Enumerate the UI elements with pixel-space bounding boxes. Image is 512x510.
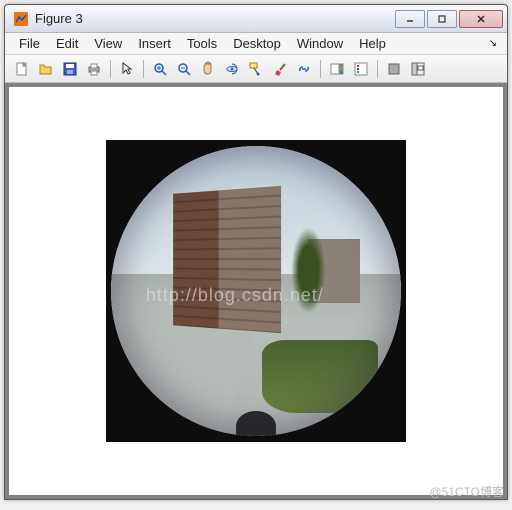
toolbar-separator <box>320 60 321 78</box>
toolbar-separator <box>110 60 111 78</box>
menu-chevron-icon[interactable]: ↘ <box>489 38 501 49</box>
menu-view[interactable]: View <box>86 34 130 53</box>
open-button[interactable] <box>35 58 57 80</box>
colorbar-button[interactable] <box>326 58 348 80</box>
datacursor-button[interactable] <box>245 58 267 80</box>
rotate3d-button[interactable] <box>221 58 243 80</box>
menu-insert[interactable]: Insert <box>130 34 179 53</box>
zoom-in-button[interactable] <box>149 58 171 80</box>
menu-window[interactable]: Window <box>289 34 351 53</box>
figure-window: Figure 3 File Edit View Insert Tools Des… <box>4 4 508 500</box>
app-icon <box>13 11 29 27</box>
watermark-text: http://blog.csdn.net/ <box>146 285 324 306</box>
window-controls <box>395 10 503 28</box>
canvas-area: http://blog.csdn.net/ <box>5 83 507 499</box>
menu-edit[interactable]: Edit <box>48 34 86 53</box>
toolbar-separator <box>377 60 378 78</box>
close-button[interactable] <box>459 10 503 28</box>
toolbar-separator <box>143 60 144 78</box>
hide-tools-button[interactable] <box>383 58 405 80</box>
pan-button[interactable] <box>197 58 219 80</box>
zoom-out-button[interactable] <box>173 58 195 80</box>
print-button[interactable] <box>83 58 105 80</box>
new-figure-button[interactable] <box>11 58 33 80</box>
fisheye-circle: http://blog.csdn.net/ <box>111 146 401 436</box>
dock-button[interactable] <box>407 58 429 80</box>
axes-panel[interactable]: http://blog.csdn.net/ <box>9 87 503 495</box>
menu-file[interactable]: File <box>11 34 48 53</box>
titlebar[interactable]: Figure 3 <box>5 5 507 33</box>
maximize-button[interactable] <box>427 10 457 28</box>
menu-help[interactable]: Help <box>351 34 394 53</box>
window-title: Figure 3 <box>35 11 395 26</box>
menubar: File Edit View Insert Tools Desktop Wind… <box>5 33 507 55</box>
toolbar <box>5 55 507 83</box>
corner-watermark: @51CTO博客 <box>429 483 504 500</box>
link-button[interactable] <box>293 58 315 80</box>
brush-button[interactable] <box>269 58 291 80</box>
minimize-button[interactable] <box>395 10 425 28</box>
legend-button[interactable] <box>350 58 372 80</box>
menu-tools[interactable]: Tools <box>179 34 225 53</box>
pointer-button[interactable] <box>116 58 138 80</box>
displayed-image: http://blog.csdn.net/ <box>106 140 406 442</box>
save-button[interactable] <box>59 58 81 80</box>
menu-desktop[interactable]: Desktop <box>225 34 289 53</box>
